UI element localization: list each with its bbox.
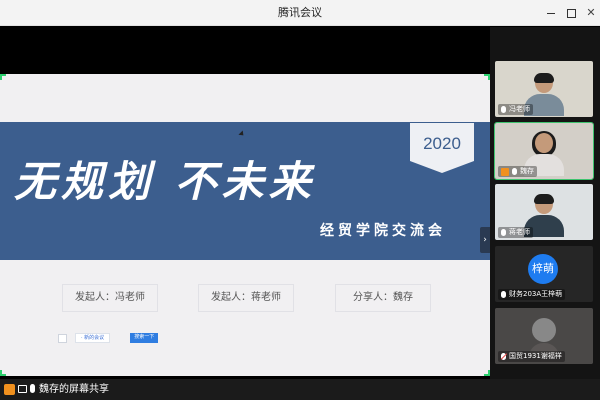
user-icon [4,384,15,395]
slide-toolbar: · 新的会议 搜索一下 [58,332,159,344]
close-icon[interactable]: ✕ [584,6,598,20]
participant-name: 冯老师 [509,105,530,113]
slide-heading: 无规划 不未来 [14,157,316,206]
meeting-window: 腾讯会议 ✕ 无规划 不未来 2020 经贸学院交流会 发起人：冯老师 发起人：… [0,0,600,400]
participant-panel: 冯老师 魏存 蒋老师 梓萌 财务203A王梓萌 国贸1931谢福祥 [490,27,600,379]
share-frame-corner [0,74,6,80]
maximize-icon[interactable] [564,6,578,20]
minimize-icon[interactable] [544,6,558,20]
mic-icon [30,384,35,393]
avatar: 梓萌 [528,254,558,284]
mic-icon [501,106,506,113]
participant-tile[interactable]: 蒋老师 [495,184,593,240]
presenter-box: 发起人：蒋老师 [198,284,294,312]
mic-icon [512,168,517,175]
participant-name: 财务203A王梓萌 [509,290,563,298]
presenter-box: 发起人：冯老师 [62,284,158,312]
presenter-box: 分享人：魏存 [335,284,431,312]
participant-name: 国贸1931谢福祥 [509,352,562,360]
chevron-right-icon[interactable]: › [480,227,490,253]
shared-screen: 无规划 不未来 2020 经贸学院交流会 发起人：冯老师 发起人：蒋老师 分享人… [0,27,490,379]
participant-name: 魏存 [520,167,534,175]
year-label: 2020 [423,134,461,153]
slide-subtitle: 经贸学院交流会 [320,223,446,239]
mic-muted-icon [501,353,506,360]
status-bar: 魏存的屏幕共享 [0,379,600,400]
title-bar: 腾讯会议 ✕ [0,0,600,26]
slide: 无规划 不未来 2020 经贸学院交流会 发起人：冯老师 发起人：蒋老师 分享人… [0,74,490,376]
new-meeting-link[interactable]: · 新的会议 [75,333,111,343]
user-icon [501,167,509,176]
participant-name-tag: 财务203A王梓萌 [498,289,566,300]
participant-name-tag: 国贸1931谢福祥 [498,351,565,362]
window-title: 腾讯会议 [278,6,322,19]
mic-icon [501,229,506,236]
search-button[interactable]: 搜索一下 [130,333,159,343]
screen-share-label: 魏存的屏幕共享 [39,384,109,395]
checkbox[interactable] [58,333,67,343]
mic-icon [501,291,506,298]
participant-tile[interactable]: 梓萌 财务203A王梓萌 [495,246,593,302]
participant-name: 蒋老师 [509,228,530,236]
share-frame-corner [0,370,6,376]
participant-tile[interactable]: 魏存 [494,122,594,180]
participant-name-tag: 蒋老师 [498,227,533,238]
participant-tile[interactable]: 国贸1931谢福祥 [495,308,593,364]
participant-name-tag: 魏存 [498,166,537,177]
participant-name-tag: 冯老师 [498,104,533,115]
participant-tile[interactable]: 冯老师 [495,61,593,117]
screen-share-icon [18,385,27,393]
